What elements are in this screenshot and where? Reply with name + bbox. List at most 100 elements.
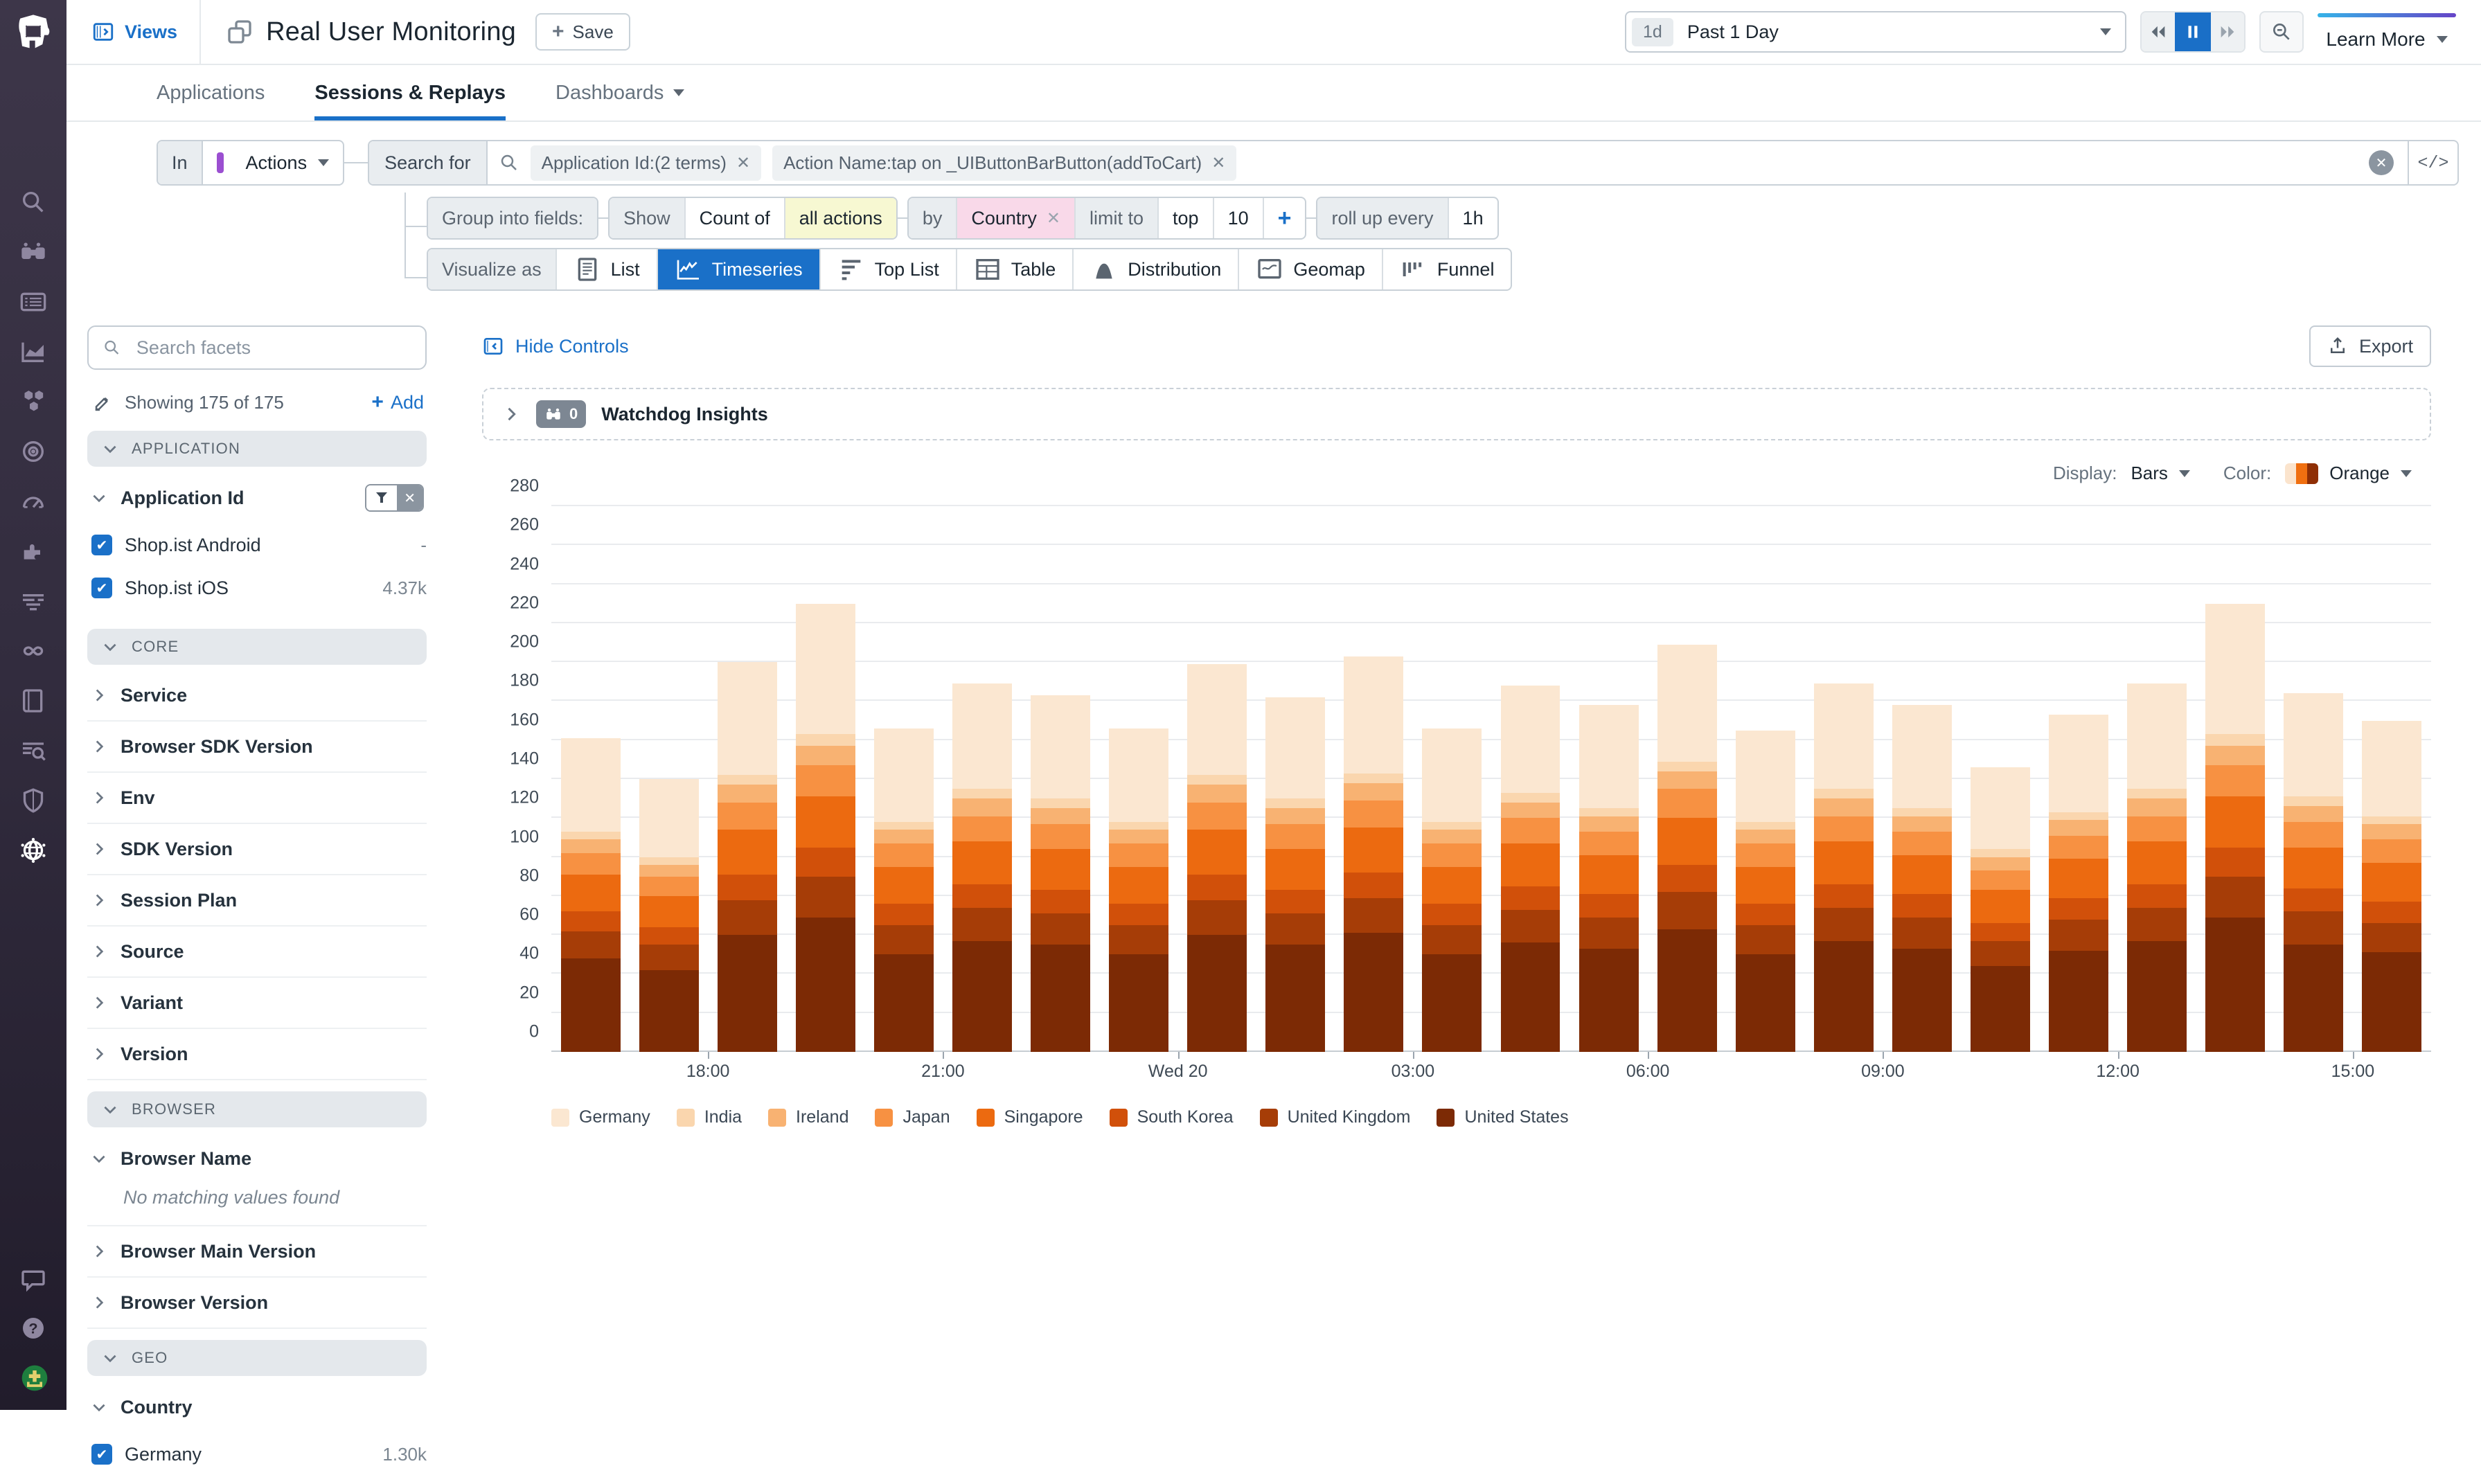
stacked-bar[interactable] (1109, 728, 1168, 1052)
search-icon[interactable] (19, 188, 47, 216)
bar-segment-united-kingdom[interactable] (1187, 900, 1247, 936)
limit-direction-selector[interactable]: top (1159, 198, 1214, 238)
bar-segment-germany[interactable] (1422, 728, 1482, 822)
help-icon[interactable]: ? (19, 1314, 47, 1342)
bar-segment-united-kingdom[interactable] (639, 945, 699, 970)
facet-section-geo[interactable]: GEO (87, 1340, 427, 1376)
bar-segment-united-kingdom[interactable] (2049, 920, 2108, 951)
events-icon[interactable] (19, 288, 47, 316)
facet-browser-name[interactable]: Browser Name (87, 1133, 427, 1184)
bar-segment-india[interactable] (639, 857, 699, 865)
bar-segment-germany[interactable] (1501, 686, 1560, 793)
bar-segment-singapore[interactable] (1579, 855, 1639, 894)
bar-segment-japan[interactable] (796, 765, 855, 796)
bar-segment-japan[interactable] (1265, 824, 1325, 850)
code-view-toggle[interactable]: </> (2408, 141, 2457, 184)
bar-segment-united-states[interactable] (639, 970, 699, 1052)
bar-segment-ireland[interactable] (2049, 820, 2108, 836)
tab-dashboards[interactable]: Dashboards (555, 65, 684, 120)
log-explorer-icon[interactable] (19, 737, 47, 765)
bar-segment-south-korea[interactable] (1814, 884, 1874, 908)
stacked-bar[interactable] (1971, 767, 2030, 1052)
save-button[interactable]: + Save (535, 13, 630, 51)
search-input[interactable]: Application Id:(2 terms)✕ Action Name:tap… (488, 141, 2369, 184)
legend-item-united-states[interactable]: United States (1437, 1107, 1568, 1127)
bar-segment-south-korea[interactable] (1657, 865, 1717, 892)
bar-segment-india[interactable] (1501, 793, 1560, 803)
bar-segment-germany[interactable] (1031, 695, 1090, 798)
search-filter-chip[interactable]: Application Id:(2 terms)✕ (531, 145, 761, 181)
bar-segment-india[interactable] (2362, 816, 2421, 824)
bar-segment-united-states[interactable] (952, 941, 1012, 1052)
search-filter-chip[interactable]: Action Name:tap on _UIButtonBarButton(ad… (772, 145, 1236, 181)
visualize-option-funnel[interactable]: Funnel (1383, 249, 1511, 289)
bar-segment-singapore[interactable] (1892, 855, 1952, 894)
bar-segment-japan[interactable] (1501, 818, 1560, 843)
rollup-value-selector[interactable]: 1h (1449, 198, 1497, 238)
bar-segment-united-states[interactable] (1265, 945, 1325, 1052)
watchdog-icon[interactable] (19, 238, 47, 266)
apm-icon[interactable] (19, 438, 47, 465)
bar-segment-singapore[interactable] (1814, 841, 1874, 884)
facet-country[interactable]: Country (87, 1382, 427, 1433)
bar-segment-ireland[interactable] (1422, 830, 1482, 843)
visualize-option-geomap[interactable]: Geomap (1239, 249, 1383, 289)
facet-section-application[interactable]: APPLICATION (87, 431, 427, 467)
bar-segment-ireland[interactable] (718, 785, 777, 802)
bar-segment-singapore[interactable] (639, 896, 699, 927)
remove-filter-icon[interactable]: ✕ (736, 153, 750, 173)
bar-segment-germany[interactable] (1736, 731, 1795, 822)
stacked-bar[interactable] (2362, 721, 2421, 1052)
stacked-bar[interactable] (1501, 686, 1560, 1052)
facet-browser-sdk-version[interactable]: Browser SDK Version (87, 722, 427, 773)
bar-segment-india[interactable] (1344, 774, 1403, 783)
bar-segment-united-states[interactable] (1501, 942, 1560, 1052)
bar-segment-united-states[interactable] (874, 954, 934, 1052)
bar-segment-india[interactable] (1657, 762, 1717, 771)
bar-segment-singapore[interactable] (796, 796, 855, 847)
bar-segment-singapore[interactable] (2205, 796, 2265, 847)
limit-value-input[interactable]: 10 (1214, 198, 1264, 238)
bar-segment-germany[interactable] (796, 604, 855, 735)
bar-segment-japan[interactable] (1657, 789, 1717, 818)
infrastructure-icon[interactable] (19, 388, 47, 415)
bar-segment-ireland[interactable] (561, 839, 621, 853)
group-by-chip[interactable]: Country✕ (957, 198, 1076, 238)
bar-segment-india[interactable] (1892, 808, 1952, 816)
bar-segment-united-kingdom[interactable] (1031, 913, 1090, 945)
bar-segment-singapore[interactable] (1736, 867, 1795, 904)
bar-segment-united-kingdom[interactable] (718, 900, 777, 936)
facet-application-id[interactable]: Application Id✕ (87, 472, 427, 524)
bar-segment-singapore[interactable] (718, 830, 777, 875)
bar-segment-united-states[interactable] (1109, 954, 1168, 1052)
facet-filter-badge[interactable]: ✕ (365, 484, 424, 512)
visualize-option-distribution[interactable]: Distribution (1074, 249, 1239, 289)
bar-segment-south-korea[interactable] (1501, 886, 1560, 910)
install-icon[interactable] (19, 1363, 47, 1391)
remove-facet-filter-icon[interactable]: ✕ (397, 485, 423, 510)
bar-segment-singapore[interactable] (1187, 830, 1247, 875)
bar-segment-singapore[interactable] (1422, 867, 1482, 904)
facet-value-label[interactable]: Shop.ist iOS (125, 578, 370, 599)
bar-segment-ireland[interactable] (2362, 824, 2421, 840)
bar-segment-germany[interactable] (874, 728, 934, 822)
legend-item-united-kingdom[interactable]: United Kingdom (1260, 1107, 1411, 1127)
bar-segment-south-korea[interactable] (2362, 902, 2421, 923)
bar-segment-japan[interactable] (2205, 765, 2265, 796)
bar-segment-singapore[interactable] (1971, 890, 2030, 923)
checkbox-checked-icon[interactable]: ✔ (91, 1444, 112, 1465)
bar-segment-germany[interactable] (639, 779, 699, 857)
pause-button[interactable] (2175, 12, 2211, 51)
bar-segment-ireland[interactable] (1971, 857, 2030, 871)
bar-segment-germany[interactable] (1265, 697, 1325, 798)
count-of-selector[interactable]: Count of (686, 198, 785, 238)
bar-segment-ireland[interactable] (1187, 785, 1247, 802)
display-selector[interactable]: Bars (2131, 463, 2189, 484)
measure-selector[interactable]: all actions (785, 198, 896, 238)
bar-segment-india[interactable] (796, 734, 855, 746)
stacked-bar[interactable] (1031, 695, 1090, 1052)
metrics-icon[interactable] (19, 338, 47, 366)
stacked-bar[interactable] (2127, 683, 2187, 1052)
bar-segment-japan[interactable] (1579, 832, 1639, 855)
bar-segment-india[interactable] (952, 789, 1012, 798)
